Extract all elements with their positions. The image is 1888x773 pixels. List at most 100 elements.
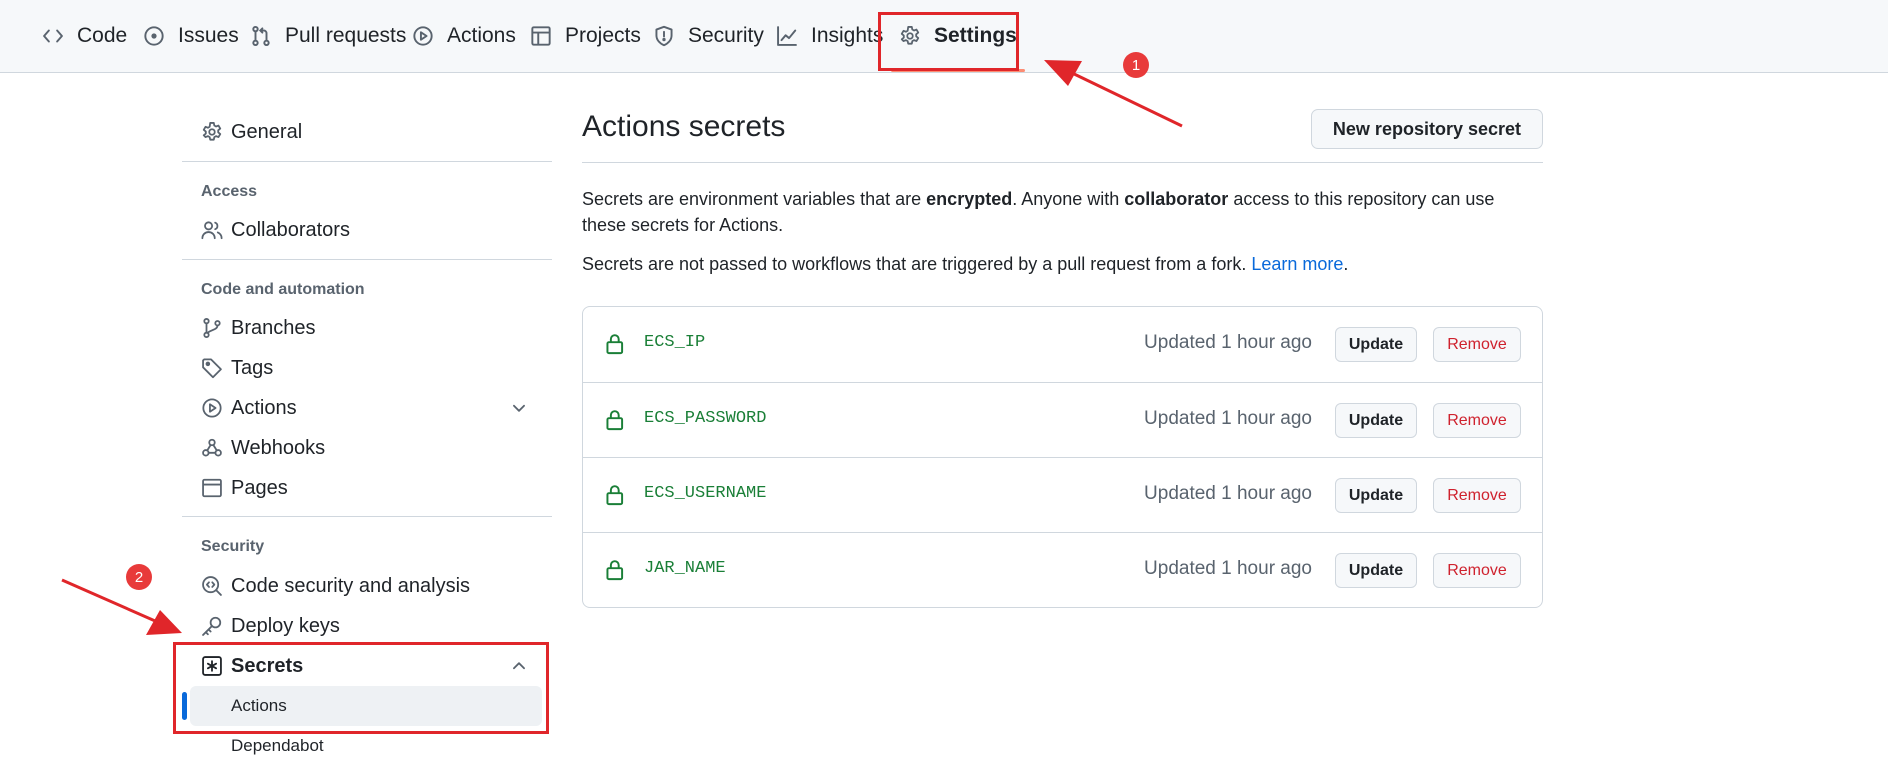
table-icon xyxy=(530,25,552,47)
sidebar-subitem-actions[interactable]: Actions xyxy=(182,686,542,726)
branch-icon xyxy=(201,317,223,339)
tab-actions[interactable]: Actions xyxy=(412,0,516,72)
sidebar-subitem-label: Actions xyxy=(231,696,287,715)
secret-name: ECS_IP xyxy=(644,333,706,352)
tab-issues[interactable]: Issues xyxy=(143,0,239,72)
gear-icon xyxy=(201,121,223,143)
webhook-icon xyxy=(201,437,223,459)
sidebar-item-secrets[interactable]: Secrets xyxy=(182,646,552,686)
code-icon xyxy=(42,25,64,47)
asterisk-icon xyxy=(201,655,223,677)
secret-row: ECS_PASSWORD Updated 1 hour ago Update R… xyxy=(583,382,1542,457)
tab-issues-label: Issues xyxy=(178,24,239,47)
tab-actions-label: Actions xyxy=(447,24,516,47)
tab-insights[interactable]: Insights xyxy=(776,0,883,72)
sidebar-heading-access: Access xyxy=(201,183,258,200)
secrets-description: Secrets are environment variables that a… xyxy=(582,189,1495,235)
tag-icon xyxy=(201,357,223,379)
sidebar-subitem-label: Dependabot xyxy=(231,736,324,755)
tab-settings-label: Settings xyxy=(934,24,1017,47)
pull-request-icon xyxy=(250,25,272,47)
lock-icon xyxy=(605,409,625,431)
update-button[interactable]: Update xyxy=(1335,403,1417,438)
sidebar-item-code-security[interactable]: Code security and analysis xyxy=(182,566,552,606)
tab-settings[interactable]: Settings xyxy=(891,0,1025,72)
chevron-up-icon[interactable] xyxy=(510,657,528,675)
sidebar-subitem-dependabot[interactable]: Dependabot xyxy=(190,726,542,766)
secret-row: JAR_NAME Updated 1 hour ago Update Remov… xyxy=(583,532,1542,607)
lock-icon xyxy=(605,559,625,581)
sidebar-item-label: Pages xyxy=(231,476,288,499)
secret-row: ECS_IP Updated 1 hour ago Update Remove xyxy=(583,307,1542,382)
lock-icon xyxy=(605,333,625,355)
sidebar-item-label: Tags xyxy=(231,356,274,379)
update-button[interactable]: Update xyxy=(1335,553,1417,588)
sidebar-item-label: Webhooks xyxy=(231,436,326,459)
arrow-2-head xyxy=(146,610,182,635)
sidebar-item-deploy-keys[interactable]: Deploy keys xyxy=(182,606,552,646)
secret-updated: Updated 1 hour ago xyxy=(1144,483,1312,504)
sidebar-item-label: General xyxy=(231,120,303,143)
sidebar-item-tags[interactable]: Tags xyxy=(182,348,552,388)
learn-more-link[interactable]: Learn more xyxy=(1251,254,1343,274)
repo-nav: Code Issues Pull requests Actions Projec… xyxy=(0,0,1888,73)
secret-updated: Updated 1 hour ago xyxy=(1144,408,1312,429)
graph-icon xyxy=(776,25,798,47)
play-icon xyxy=(412,25,434,47)
update-button[interactable]: Update xyxy=(1335,478,1417,513)
divider xyxy=(582,162,1543,163)
sidebar-heading-security: Security xyxy=(201,538,265,555)
sidebar-item-general[interactable]: General xyxy=(182,112,552,152)
play-icon xyxy=(201,397,223,419)
secret-updated: Updated 1 hour ago xyxy=(1144,332,1312,353)
divider xyxy=(182,516,552,517)
update-button[interactable]: Update xyxy=(1335,327,1417,362)
fork-notice: Secrets are not passed to workflows that… xyxy=(582,254,1349,274)
arrow-1-line xyxy=(1069,70,1183,128)
tab-pull-requests[interactable]: Pull requests xyxy=(250,0,406,72)
sidebar-item-pages[interactable]: Pages xyxy=(182,468,552,508)
tab-projects-label: Projects xyxy=(565,24,641,47)
tab-code[interactable]: Code xyxy=(42,0,127,72)
secret-row: ECS_USERNAME Updated 1 hour ago Update R… xyxy=(583,457,1542,532)
issue-icon xyxy=(143,25,165,47)
remove-button[interactable]: Remove xyxy=(1433,553,1521,588)
tab-pull-requests-label: Pull requests xyxy=(285,24,407,47)
sidebar-item-branches[interactable]: Branches xyxy=(182,308,552,348)
divider xyxy=(182,259,552,260)
annotation-badge-1: 1 xyxy=(1123,52,1149,78)
browser-icon xyxy=(201,477,223,499)
secrets-list: ECS_IP Updated 1 hour ago Update Remove … xyxy=(582,306,1543,608)
tab-security[interactable]: Security xyxy=(653,0,764,72)
secret-name: ECS_USERNAME xyxy=(644,484,767,503)
secret-updated: Updated 1 hour ago xyxy=(1144,558,1312,579)
chevron-down-icon[interactable] xyxy=(510,399,528,417)
lock-icon xyxy=(605,484,625,506)
remove-button[interactable]: Remove xyxy=(1433,327,1521,362)
sidebar-item-label: Code security and analysis xyxy=(231,574,471,597)
divider xyxy=(182,161,552,162)
sidebar-item-webhooks[interactable]: Webhooks xyxy=(182,428,552,468)
sidebar-item-label: Secrets xyxy=(231,654,304,677)
shield-icon xyxy=(653,25,675,47)
sidebar-item-label: Deploy keys xyxy=(231,614,340,637)
secret-name: ECS_PASSWORD xyxy=(644,409,767,428)
remove-button[interactable]: Remove xyxy=(1433,403,1521,438)
sidebar-heading-code-automation: Code and automation xyxy=(201,281,365,298)
people-icon xyxy=(201,219,223,241)
codescan-icon xyxy=(201,575,223,597)
sidebar-item-collaborators[interactable]: Collaborators xyxy=(182,210,552,250)
sidebar-item-label: Collaborators xyxy=(231,218,350,241)
secret-name: JAR_NAME xyxy=(644,559,726,578)
sidebar-item-label: Actions xyxy=(231,396,297,419)
page-title: Actions secrets xyxy=(582,110,786,143)
tab-insights-label: Insights xyxy=(811,24,884,47)
sidebar-item-actions[interactable]: Actions xyxy=(182,388,552,428)
tab-security-label: Security xyxy=(688,24,764,47)
remove-button[interactable]: Remove xyxy=(1433,478,1521,513)
tab-code-label: Code xyxy=(77,24,128,47)
gear-icon xyxy=(899,25,921,47)
new-repository-secret-button[interactable]: New repository secret xyxy=(1310,109,1543,149)
tab-projects[interactable]: Projects xyxy=(530,0,641,72)
key-icon xyxy=(201,615,223,637)
